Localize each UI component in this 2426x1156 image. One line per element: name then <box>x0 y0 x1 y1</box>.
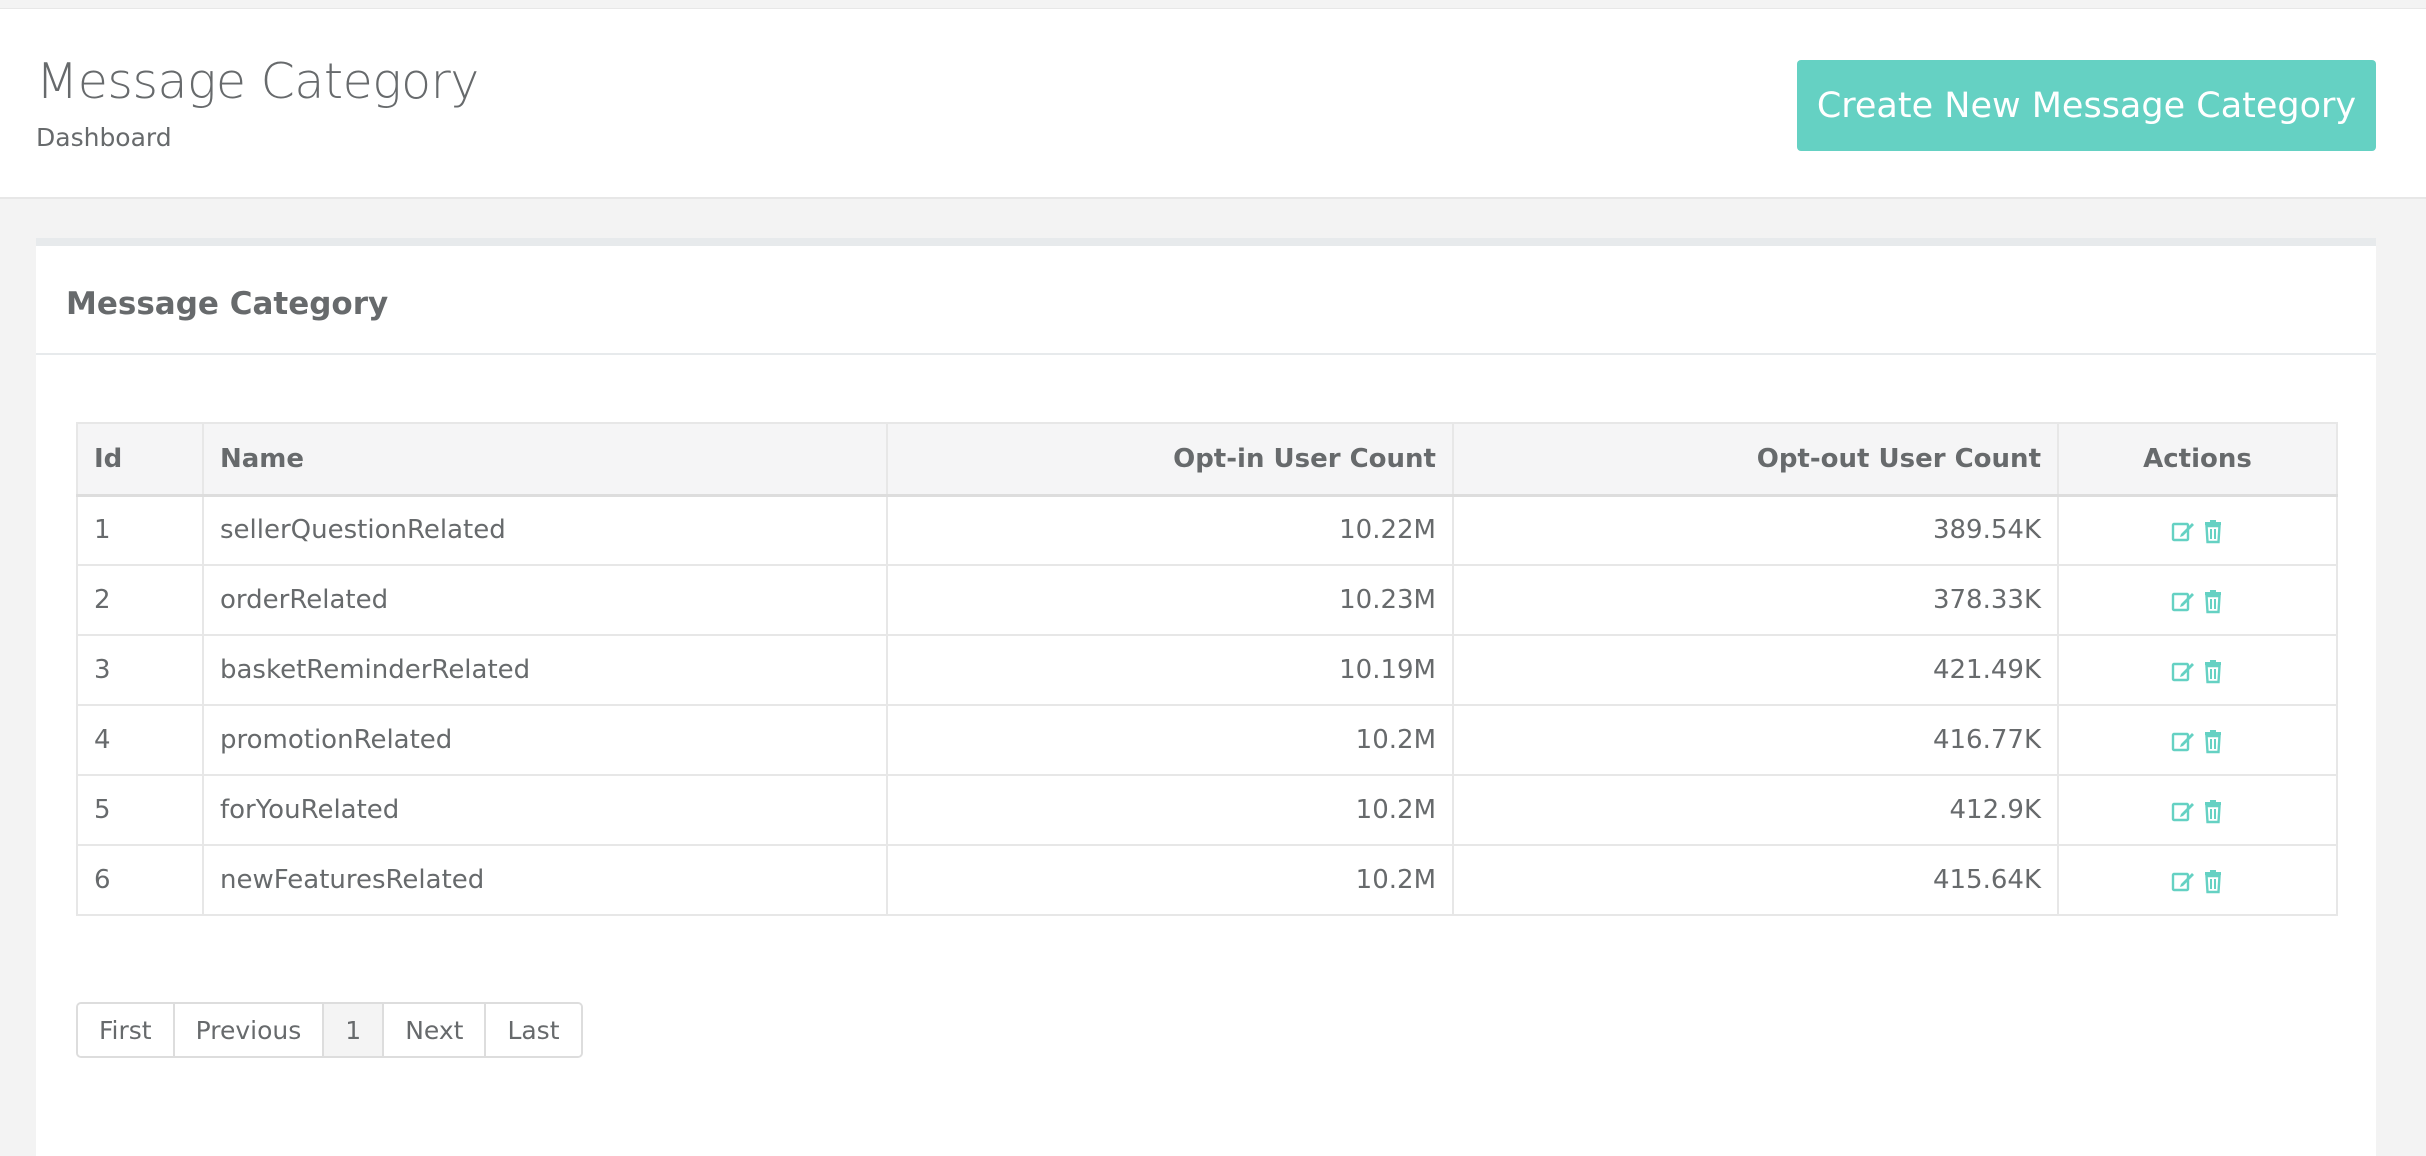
cell-actions <box>2057 634 2338 706</box>
cell-id: 1 <box>76 494 204 566</box>
cell-actions <box>2057 564 2338 636</box>
trash-icon[interactable] <box>2200 728 2226 754</box>
cell-id: 3 <box>76 634 204 706</box>
column-header-name[interactable]: Name <box>202 422 888 497</box>
edit-icon[interactable] <box>2170 868 2196 894</box>
cell-name: orderRelated <box>202 564 888 636</box>
cell-optout-count: 415.64K <box>1452 844 2059 916</box>
edit-icon[interactable] <box>2170 588 2196 614</box>
cell-optin-count: 10.23M <box>886 564 1454 636</box>
cell-name: newFeaturesRelated <box>202 844 888 916</box>
trash-icon[interactable] <box>2200 588 2226 614</box>
cell-name: basketReminderRelated <box>202 634 888 706</box>
cell-actions <box>2057 494 2338 566</box>
message-category-table: Id Name Opt-in User Count Opt-out User C… <box>76 422 2338 916</box>
cell-optout-count: 421.49K <box>1452 634 2059 706</box>
pagination-page-current[interactable]: 1 <box>324 1004 385 1056</box>
trash-icon[interactable] <box>2200 518 2226 544</box>
cell-name: sellerQuestionRelated <box>202 494 888 566</box>
table-row: 1 sellerQuestionRelated 10.22M 389.54K <box>76 494 2338 566</box>
table-row: 5 forYouRelated 10.2M 412.9K <box>76 774 2338 846</box>
table-row: 6 newFeaturesRelated 10.2M 415.64K <box>76 844 2338 916</box>
table-row: 3 basketReminderRelated 10.19M 421.49K <box>76 634 2338 706</box>
trash-icon[interactable] <box>2200 868 2226 894</box>
edit-icon[interactable] <box>2170 798 2196 824</box>
top-bar <box>0 0 2426 9</box>
cell-optin-count: 10.2M <box>886 774 1454 846</box>
cell-optin-count: 10.19M <box>886 634 1454 706</box>
cell-optin-count: 10.2M <box>886 704 1454 776</box>
edit-icon[interactable] <box>2170 658 2196 684</box>
pagination: First Previous 1 Next Last <box>76 1002 583 1058</box>
table-header-row: Id Name Opt-in User Count Opt-out User C… <box>76 422 2338 497</box>
cell-actions <box>2057 774 2338 846</box>
cell-actions <box>2057 704 2338 776</box>
edit-icon[interactable] <box>2170 518 2196 544</box>
column-header-optin[interactable]: Opt-in User Count <box>886 422 1454 497</box>
table-row: 4 promotionRelated 10.2M 416.77K <box>76 704 2338 776</box>
table-row: 2 orderRelated 10.23M 378.33K <box>76 564 2338 636</box>
page-header: Message Category Dashboard Create New Me… <box>0 9 2426 199</box>
cell-id: 2 <box>76 564 204 636</box>
pagination-next[interactable]: Next <box>384 1004 487 1056</box>
breadcrumb[interactable]: Dashboard <box>36 123 172 152</box>
cell-optin-count: 10.22M <box>886 494 1454 566</box>
trash-icon[interactable] <box>2200 798 2226 824</box>
edit-icon[interactable] <box>2170 728 2196 754</box>
cell-id: 5 <box>76 774 204 846</box>
pagination-last[interactable]: Last <box>486 1004 581 1056</box>
cell-optout-count: 416.77K <box>1452 704 2059 776</box>
cell-optin-count: 10.2M <box>886 844 1454 916</box>
cell-name: forYouRelated <box>202 774 888 846</box>
panel-title: Message Category <box>66 286 389 322</box>
create-message-category-button[interactable]: Create New Message Category <box>1797 60 2376 151</box>
cell-name: promotionRelated <box>202 704 888 776</box>
cell-actions <box>2057 844 2338 916</box>
table-container: Id Name Opt-in User Count Opt-out User C… <box>76 422 2338 916</box>
column-header-id[interactable]: Id <box>76 422 204 497</box>
pagination-previous[interactable]: Previous <box>174 1004 325 1056</box>
cell-optout-count: 378.33K <box>1452 564 2059 636</box>
cell-id: 6 <box>76 844 204 916</box>
message-category-panel: Message Category Id Name Opt-in User Cou… <box>36 238 2376 1156</box>
cell-id: 4 <box>76 704 204 776</box>
column-header-optout[interactable]: Opt-out User Count <box>1452 422 2059 497</box>
trash-icon[interactable] <box>2200 658 2226 684</box>
cell-optout-count: 389.54K <box>1452 494 2059 566</box>
pagination-first[interactable]: First <box>78 1004 175 1056</box>
column-header-actions: Actions <box>2057 422 2338 497</box>
panel-title-bar: Message Category <box>36 246 2376 355</box>
page-title: Message Category <box>36 53 479 110</box>
cell-optout-count: 412.9K <box>1452 774 2059 846</box>
